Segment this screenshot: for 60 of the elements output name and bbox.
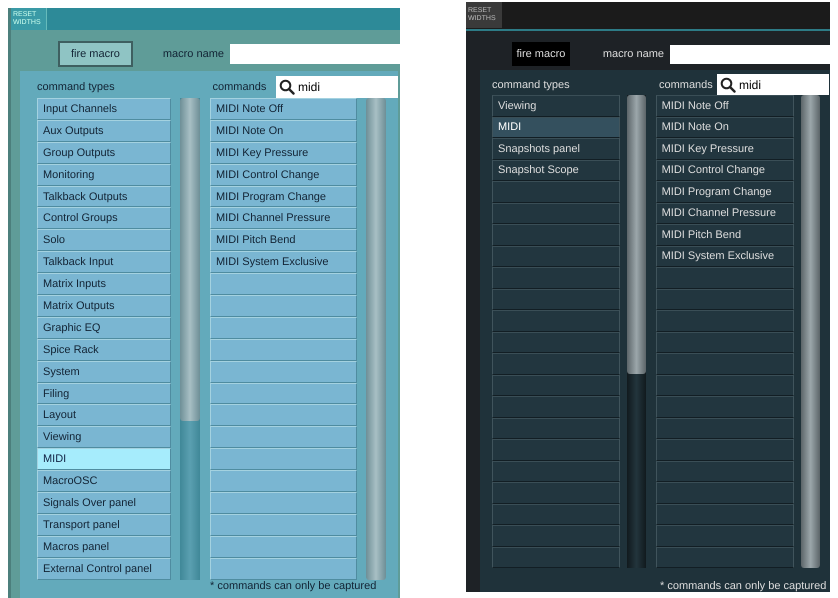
command-type-item[interactable]: Layout	[37, 404, 171, 426]
command-item[interactable]: MIDI Pitch Bend	[210, 229, 357, 252]
scrollbar[interactable]	[366, 98, 386, 580]
command-item[interactable]: MIDI Note On	[210, 120, 357, 142]
command-item[interactable]: MIDI Key Pressure	[656, 138, 794, 160]
footnote: * commands can only be captured	[210, 580, 378, 592]
command-item[interactable]: MIDI System Exclusive	[656, 246, 794, 267]
command-item[interactable]: MIDI Channel Pressure	[656, 202, 794, 224]
command-item[interactable]: MIDI Note Off	[656, 95, 794, 116]
commands-label: commands	[659, 78, 714, 90]
command-item[interactable]: MIDI Program Change	[210, 186, 357, 208]
command-type-item[interactable]: Graphic EQ	[37, 316, 171, 339]
scrollbar-thumb[interactable]	[627, 95, 646, 374]
scrollbar-thumb[interactable]	[180, 98, 200, 421]
scrollbar[interactable]	[801, 95, 820, 568]
command-type-item[interactable]: Group Outputs	[37, 142, 171, 164]
command-types-label: command types	[492, 78, 571, 90]
command-type-item[interactable]: Signals Over panel	[37, 492, 171, 514]
command-type-item[interactable]: Monitoring	[37, 164, 171, 186]
footnote: * commands can only be captured	[660, 580, 828, 592]
command-item[interactable]: MIDI System Exclusive	[210, 251, 357, 274]
search-field[interactable]: midi	[717, 74, 829, 95]
command-item[interactable]: MIDI Program Change	[656, 181, 794, 202]
command-type-item[interactable]: Spice Rack	[37, 338, 171, 361]
command-type-item[interactable]: Control Groups	[37, 207, 171, 230]
commands-label: commands	[212, 80, 268, 92]
command-type-item[interactable]: Input Channels	[37, 98, 171, 120]
command-type-item[interactable]: Talkback Input	[37, 251, 171, 274]
command-type-item[interactable]: MIDI	[492, 116, 620, 138]
command-type-item[interactable]: Snapshot Scope	[492, 160, 620, 181]
command-type-item[interactable]: Filing	[37, 382, 171, 404]
command-type-item[interactable]: Matrix Inputs	[37, 273, 171, 296]
command-type-item[interactable]: Macros panel	[37, 536, 171, 558]
command-type-item[interactable]: External Control panel	[37, 558, 171, 580]
command-item[interactable]: MIDI Control Change	[656, 160, 794, 181]
fire-macro-button[interactable]: fire macro	[58, 41, 133, 67]
macro-name-field[interactable]	[670, 44, 830, 64]
command-type-item[interactable]: System	[37, 360, 171, 383]
command-type-item[interactable]: Viewing	[37, 426, 171, 448]
command-item[interactable]: MIDI Note Off	[210, 98, 357, 120]
command-type-item[interactable]: Solo	[37, 229, 171, 252]
command-type-item[interactable]: Aux Outputs	[37, 120, 171, 142]
macro-name-field[interactable]	[230, 44, 400, 64]
command-item[interactable]: MIDI Note On	[656, 116, 794, 138]
command-types-label: command types	[37, 80, 116, 92]
command-item[interactable]: MIDI Key Pressure	[210, 142, 357, 164]
command-item[interactable]: MIDI Pitch Bend	[656, 224, 794, 246]
command-type-item[interactable]: Matrix Outputs	[37, 295, 171, 317]
command-item[interactable]: MIDI Control Change	[210, 164, 357, 186]
command-type-item[interactable]: Talkback Outputs	[37, 186, 171, 208]
command-type-item[interactable]: Snapshots panel	[492, 138, 620, 160]
macro-name-label: macro name	[162, 48, 224, 60]
fire-macro-button[interactable]: fire macro	[512, 42, 570, 66]
command-item[interactable]: MIDI Channel Pressure	[210, 207, 357, 230]
search-field[interactable]: midi	[276, 76, 398, 98]
command-type-item[interactable]: Viewing	[492, 95, 620, 116]
command-type-item[interactable]: MIDI	[37, 448, 171, 470]
command-type-item[interactable]: Transport panel	[37, 514, 171, 536]
macro-name-label: macro name	[602, 48, 664, 60]
command-type-item[interactable]: MacroOSC	[37, 470, 171, 492]
